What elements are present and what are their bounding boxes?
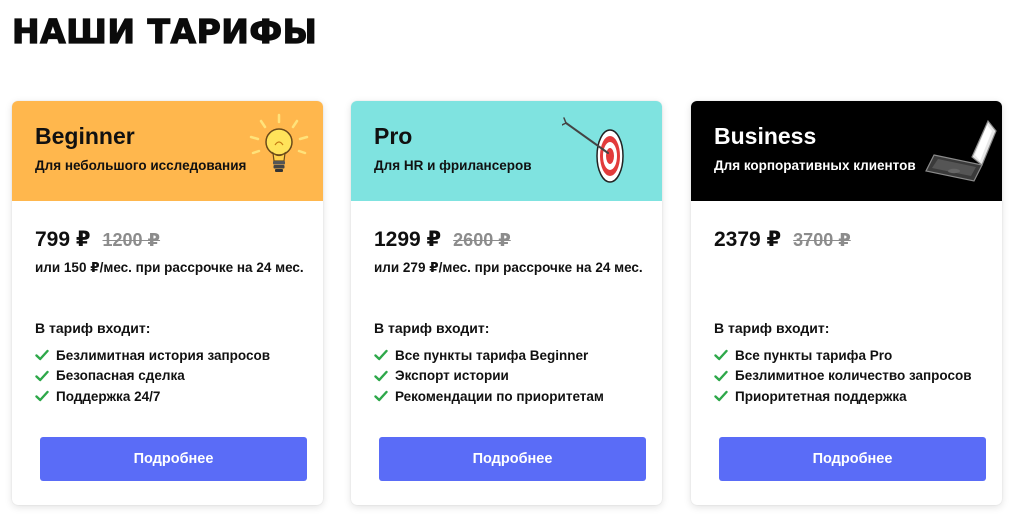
check-icon [374, 350, 388, 361]
feature-item: Рекомендации по приоритетам [374, 386, 604, 407]
plan-name: Beginner [35, 123, 135, 149]
plan-header: Business Для корпоративных клиентов [691, 101, 1002, 201]
target-icon [562, 117, 624, 183]
price-block: 799 ₽ 1200 ₽ [35, 227, 160, 252]
check-icon [374, 391, 388, 402]
old-price: 1200 ₽ [102, 230, 161, 250]
feature-item: Все пункты тарифа Beginner [374, 345, 604, 366]
feature-item: Все пункты тарифа Pro [714, 345, 972, 366]
plan-card-pro: Pro Для HR и фрилансеров 1299 ₽ 2600 ₽ ил… [351, 101, 662, 505]
feature-item: Приоритетная поддержка [714, 386, 972, 407]
laptop-icon [925, 119, 997, 182]
feature-item: Безлимитное количество запросов [714, 366, 972, 387]
plan-card-business: Business Для корпоративных клиентов 2379… [691, 101, 1002, 505]
plan-subtitle: Для корпоративных клиентов [714, 158, 916, 173]
includes-title: В тариф входит: [35, 320, 151, 336]
installment-text: или 150 ₽/мес. при рассрочке на 24 мес. [35, 260, 304, 275]
feature-list: Безлимитная история запросов Безопасная … [35, 345, 270, 407]
feature-label: Безлимитное количество запросов [735, 368, 972, 384]
old-price: 3700 ₽ [793, 230, 851, 250]
installment-text: или 279 ₽/мес. при рассрочке на 24 мес. [374, 260, 643, 275]
check-icon [374, 370, 388, 381]
price: 799 ₽ [35, 228, 91, 251]
check-icon [714, 391, 728, 402]
details-button[interactable]: Подробнее [40, 437, 307, 481]
check-icon [35, 370, 49, 381]
feature-label: Поддержка 24/7 [56, 388, 161, 404]
lightbulb-icon [249, 113, 309, 172]
details-button[interactable]: Подробнее [379, 437, 646, 481]
feature-item: Безлимитная история запросов [35, 345, 270, 366]
feature-label: Рекомендации по приоритетам [395, 388, 604, 404]
plan-card-beginner: Beginner Для небольшого исследования 799… [12, 101, 323, 505]
feature-item: Экспорт истории [374, 366, 604, 387]
price: 1299 ₽ [374, 228, 442, 251]
plan-subtitle: Для HR и фрилансеров [374, 158, 532, 173]
plan-header: Beginner Для небольшого исследования [12, 101, 323, 201]
check-icon [714, 370, 728, 381]
plan-name: Business [714, 123, 817, 149]
includes-title: В тариф входит: [714, 320, 830, 336]
check-icon [35, 391, 49, 402]
feature-label: Все пункты тарифа Pro [735, 347, 893, 363]
feature-item: Безопасная сделка [35, 366, 270, 387]
plan-subtitle: Для небольшого исследования [35, 158, 247, 173]
check-icon [35, 350, 49, 361]
feature-label: Безлимитная история запросов [56, 347, 271, 363]
includes-title: В тариф входит: [374, 320, 490, 336]
old-price: 2600 ₽ [453, 230, 511, 250]
feature-item: Поддержка 24/7 [35, 386, 270, 407]
details-button[interactable]: Подробнее [719, 437, 986, 481]
feature-label: Все пункты тарифа Beginner [395, 347, 589, 363]
check-icon [714, 350, 728, 361]
feature-label: Безопасная сделка [56, 368, 185, 384]
feature-list: Все пункты тарифа Pro Безлимитное количе… [714, 345, 972, 407]
price-block: 1299 ₽ 2600 ₽ [374, 227, 511, 252]
price-block: 2379 ₽ 3700 ₽ [714, 227, 851, 252]
plan-name: Pro [374, 123, 413, 149]
feature-label: Приоритетная поддержка [735, 388, 907, 404]
feature-label: Экспорт истории [395, 368, 509, 384]
feature-list: Все пункты тарифа Beginner Экспорт истор… [374, 345, 604, 407]
page-title: НАШИ ТАРИФЫ [11, 11, 318, 51]
price: 2379 ₽ [714, 228, 782, 251]
plan-header: Pro Для HR и фрилансеров [351, 101, 662, 201]
